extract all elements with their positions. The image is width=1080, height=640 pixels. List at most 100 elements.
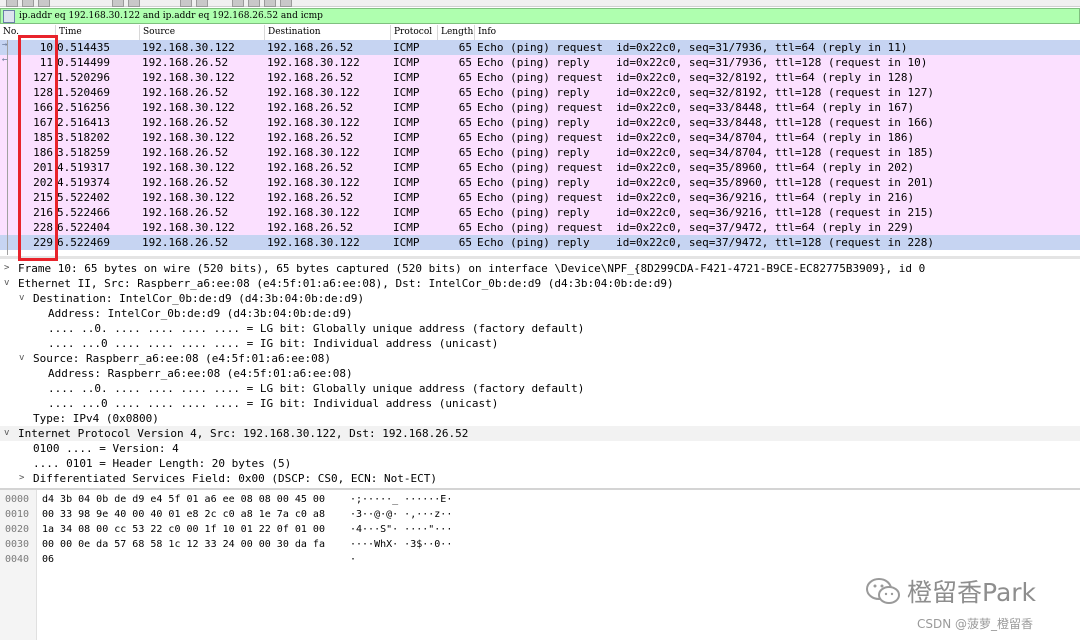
toolbar-button[interactable] [6, 0, 18, 7]
detail-ethernet-line[interactable]: v Ethernet II, Src: Raspberr_a6:ee:08 (e… [0, 276, 1080, 291]
packet-row[interactable]: 229 6.522469 192.168.26.52 192.168.30.122 IC… [0, 235, 1080, 250]
column-header-destination[interactable]: Destination [268, 27, 321, 37]
packet-list[interactable]: No. Time Source Destination Protocol Len… [0, 25, 1080, 255]
detail-dsfield-line[interactable]: > Differentiated Services Field: 0x00 (D… [0, 471, 1080, 486]
related-packet-line [7, 40, 8, 255]
toolbar-button[interactable] [196, 0, 208, 7]
packet-row[interactable]: 127 1.520296 192.168.30.122 192.168.26.52 IC… [0, 70, 1080, 85]
detail-type-line[interactable]: Type: IPv4 (0x0800) [0, 411, 1080, 426]
cell-time: 1.520296 [57, 71, 110, 84]
detail-frame-line[interactable]: > Frame 10: 65 bytes on wire (520 bits),… [0, 261, 1080, 276]
cell-info: Echo (ping) request id=0x22c0, seq=33/84… [477, 101, 915, 114]
detail-ipv4-line[interactable]: v Internet Protocol Version 4, Src: 192.… [0, 426, 1080, 441]
column-header-no[interactable]: No. [3, 27, 19, 37]
toolbar-button[interactable] [128, 0, 140, 7]
cell-length: 65 [458, 146, 472, 159]
packet-row[interactable]: 166 2.516256 192.168.30.122 192.168.26.52 IC… [0, 100, 1080, 115]
collapse-chevron-icon[interactable]: v [19, 291, 24, 306]
packet-row[interactable]: 201 4.519317 192.168.30.122 192.168.26.52 IC… [0, 160, 1080, 175]
cell-info: Echo (ping) request id=0x22c0, seq=31/79… [477, 41, 908, 54]
watermark-brand: 橙留香Park [907, 578, 1037, 607]
cell-time: 2.516413 [57, 116, 110, 129]
cell-time: 0.514499 [57, 56, 110, 69]
toolbar-button[interactable] [38, 0, 50, 7]
packet-list-header: No. Time Source Destination Protocol Len… [0, 25, 1080, 41]
detail-line[interactable]: .... ...0 .... .... .... .... = IG bit: … [0, 396, 1080, 411]
column-header-length[interactable]: Length [441, 27, 473, 37]
cell-length: 65 [458, 236, 472, 249]
detail-destination-line[interactable]: v Destination: IntelCor_0b:de:d9 (d4:3b:… [0, 291, 1080, 306]
display-filter-input[interactable]: ip.addr eq 192.168.30.122 and ip.addr eq… [19, 10, 323, 22]
cell-info: Echo (ping) reply id=0x22c0, seq=36/9216… [477, 206, 934, 219]
collapse-chevron-icon[interactable]: v [4, 276, 9, 291]
column-header-info[interactable]: Info [478, 27, 496, 37]
cell-time: 0.514435 [57, 41, 110, 54]
cell-protocol: ICMP [393, 71, 420, 84]
display-filter-bar[interactable]: ip.addr eq 192.168.30.122 and ip.addr eq… [0, 8, 1080, 24]
detail-line[interactable]: .... ...0 .... .... .... .... = IG bit: … [0, 336, 1080, 351]
toolbar-button[interactable] [280, 0, 292, 7]
collapse-chevron-icon[interactable]: v [19, 351, 24, 366]
main-toolbar [0, 0, 1080, 7]
cell-time: 1.520469 [57, 86, 110, 99]
cell-destination: 192.168.26.52 [267, 101, 354, 114]
cell-source: 192.168.30.122 [142, 221, 235, 234]
column-header-time[interactable]: Time [59, 27, 82, 37]
cell-info: Echo (ping) reply id=0x22c0, seq=32/8192… [477, 86, 934, 99]
bookmark-icon[interactable] [3, 10, 15, 23]
toolbar-button[interactable] [112, 0, 124, 7]
cell-source: 192.168.30.122 [142, 71, 235, 84]
cell-source: 192.168.26.52 [142, 236, 229, 249]
packet-row[interactable]: 216 5.522466 192.168.26.52 192.168.30.122 IC… [0, 205, 1080, 220]
packet-row[interactable]: 128 1.520469 192.168.26.52 192.168.30.122 IC… [0, 85, 1080, 100]
detail-line[interactable]: .... ..0. .... .... .... .... = LG bit: … [0, 321, 1080, 336]
cell-protocol: ICMP [393, 146, 420, 159]
packet-row[interactable]: 10 0.514435 192.168.30.122 192.168.26.52 ICM… [0, 40, 1080, 55]
cell-length: 65 [458, 71, 472, 84]
packet-row[interactable]: 228 6.522404 192.168.30.122 192.168.26.52 IC… [0, 220, 1080, 235]
cell-destination: 192.168.26.52 [267, 161, 354, 174]
cell-protocol: ICMP [393, 131, 420, 144]
packet-row[interactable]: 185 3.518202 192.168.30.122 192.168.26.52 IC… [0, 130, 1080, 145]
cell-source: 192.168.26.52 [142, 116, 229, 129]
cell-protocol: ICMP [393, 101, 420, 114]
detail-source-line[interactable]: v Source: Raspberr_a6:ee:08 (e4:5f:01:a6… [0, 351, 1080, 366]
column-header-source[interactable]: Source [143, 27, 175, 37]
cell-length: 65 [458, 161, 472, 174]
cell-info: Echo (ping) reply id=0x22c0, seq=34/8704… [477, 146, 934, 159]
packet-row[interactable]: 11 0.514499 192.168.26.52 192.168.30.122 ICM… [0, 55, 1080, 70]
collapse-chevron-icon[interactable]: v [4, 426, 9, 441]
cell-source: 192.168.30.122 [142, 161, 235, 174]
packet-row[interactable]: 167 2.516413 192.168.26.52 192.168.30.122 IC… [0, 115, 1080, 130]
detail-line[interactable]: .... ..0. .... .... .... .... = LG bit: … [0, 381, 1080, 396]
packet-details-pane[interactable]: > Frame 10: 65 bytes on wire (520 bits),… [0, 256, 1080, 491]
cell-length: 65 [458, 56, 472, 69]
packet-row[interactable]: 186 3.518259 192.168.26.52 192.168.30.122 IC… [0, 145, 1080, 160]
toolbar-button[interactable] [22, 0, 34, 7]
cell-destination: 192.168.30.122 [267, 176, 360, 189]
expand-chevron-icon[interactable]: > [19, 471, 24, 486]
cell-source: 192.168.26.52 [142, 146, 229, 159]
expand-chevron-icon[interactable]: > [4, 261, 9, 276]
toolbar-button[interactable] [248, 0, 260, 7]
cell-length: 65 [458, 191, 472, 204]
packet-row[interactable]: 215 5.522402 192.168.30.122 192.168.26.52 IC… [0, 190, 1080, 205]
toolbar-button[interactable] [232, 0, 244, 7]
packet-row[interactable]: 202 4.519374 192.168.26.52 192.168.30.122 IC… [0, 175, 1080, 190]
toolbar-button[interactable] [264, 0, 276, 7]
column-header-protocol[interactable]: Protocol [394, 27, 432, 37]
detail-line[interactable]: .... 0101 = Header Length: 20 bytes (5) [0, 456, 1080, 471]
cell-protocol: ICMP [393, 56, 420, 69]
cell-info: Echo (ping) reply id=0x22c0, seq=37/9472… [477, 236, 934, 249]
cell-protocol: ICMP [393, 236, 420, 249]
cell-protocol: ICMP [393, 161, 420, 174]
detail-line[interactable]: 0100 .... = Version: 4 [0, 441, 1080, 456]
cell-info: Echo (ping) request id=0x22c0, seq=34/87… [477, 131, 915, 144]
cell-length: 65 [458, 206, 472, 219]
detail-line[interactable]: Address: Raspberr_a6:ee:08 (e4:5f:01:a6:… [0, 366, 1080, 381]
cell-info: Echo (ping) reply id=0x22c0, seq=33/8448… [477, 116, 934, 129]
detail-line[interactable]: Address: IntelCor_0b:de:d9 (d4:3b:04:0b:… [0, 306, 1080, 321]
toolbar-button[interactable] [180, 0, 192, 7]
cell-destination: 192.168.30.122 [267, 146, 360, 159]
cell-source: 192.168.26.52 [142, 56, 229, 69]
